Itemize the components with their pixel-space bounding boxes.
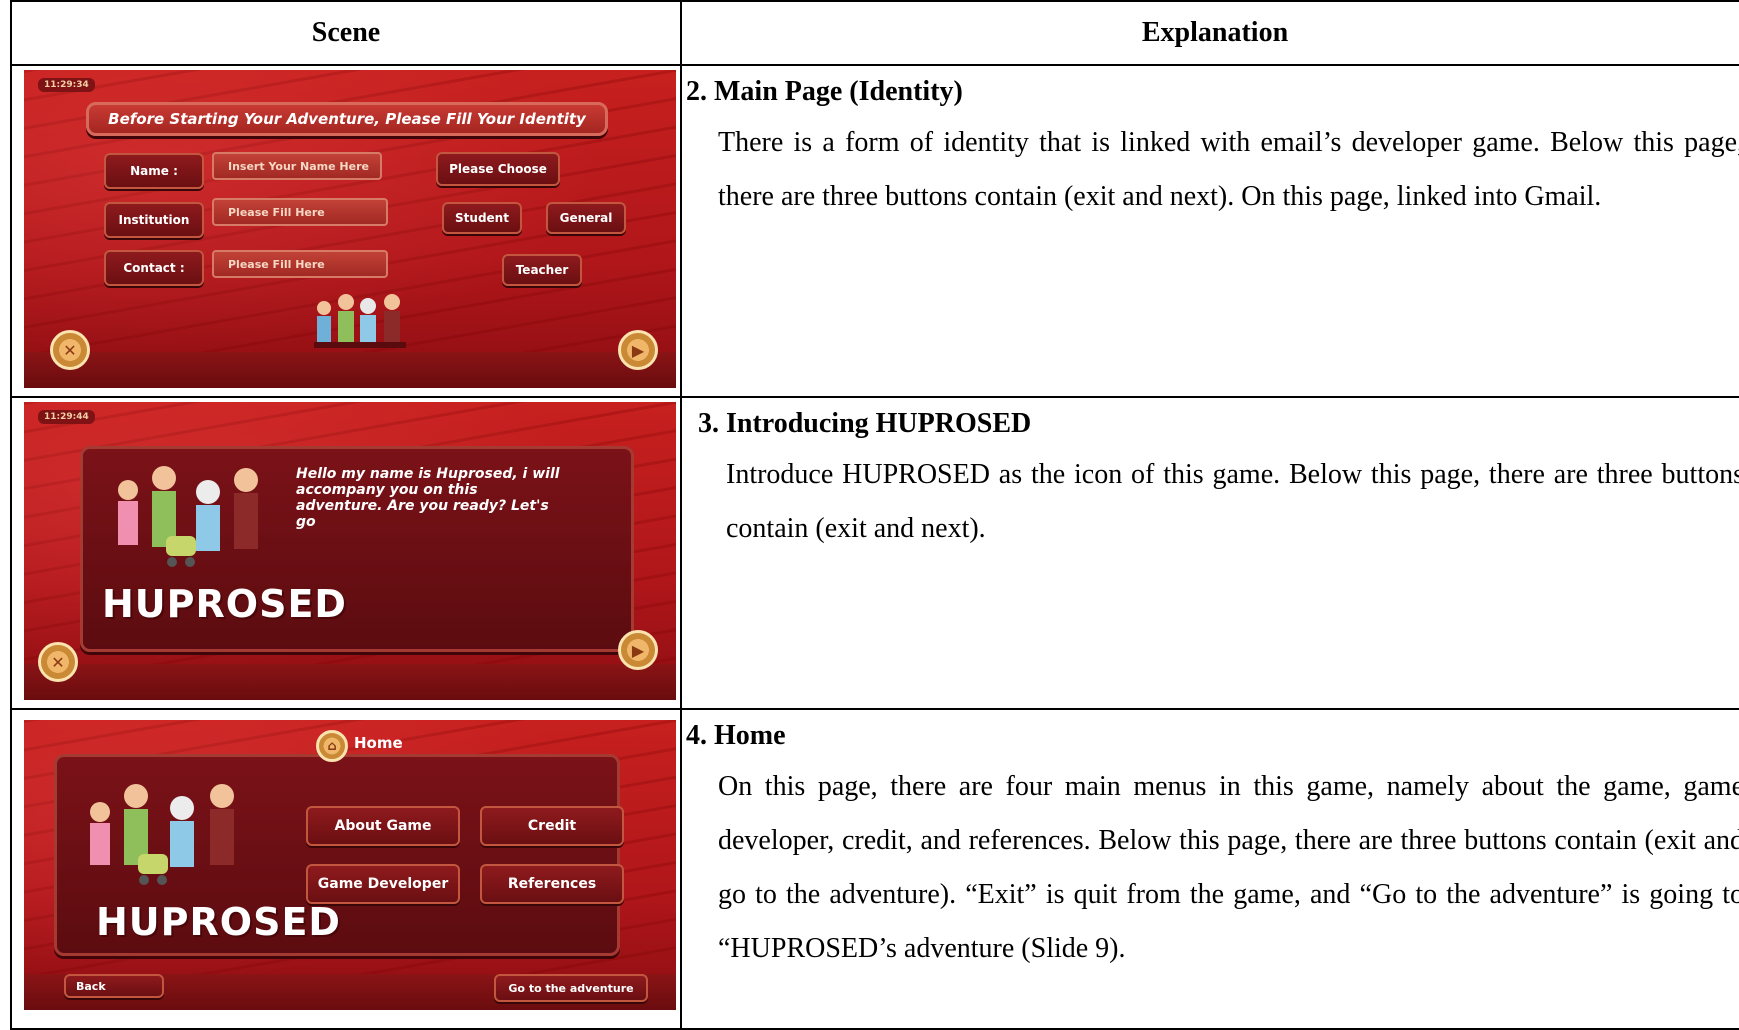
game-developer-button[interactable]: Game Developer <box>306 864 460 904</box>
back-button[interactable]: Back <box>64 974 164 998</box>
home-label: Home <box>354 734 403 752</box>
section-title: 4. Home <box>686 720 786 751</box>
table-row: ⌂ Home About Game Credit Game Developer … <box>10 708 1739 1030</box>
home-screen: ⌂ Home About Game Credit Game Developer … <box>24 720 676 1010</box>
credit-button[interactable]: Credit <box>480 806 624 846</box>
scene-cell: ⌂ Home About Game Credit Game Developer … <box>10 708 682 1030</box>
about-game-button[interactable]: About Game <box>306 806 460 846</box>
section-title: 2. Main Page (Identity) <box>686 76 963 107</box>
floor <box>24 664 676 700</box>
identity-heading: Before Starting Your Adventure, Please F… <box>86 102 608 136</box>
teacher-button[interactable]: Teacher <box>502 254 582 286</box>
table-row: 11:29:44 Hello my name is Huprosed, i wi… <box>10 396 1739 710</box>
contact-input[interactable]: Please Fill Here <box>212 250 388 278</box>
intro-screen: 11:29:44 Hello my name is Huprosed, i wi… <box>24 402 676 700</box>
scene-cell: 11:29:44 Hello my name is Huprosed, i wi… <box>10 396 682 710</box>
header-scene: Scene <box>10 0 682 66</box>
identity-screen: 11:29:34 Before Starting Your Adventure,… <box>24 70 676 388</box>
explanation-cell: 2. Main Page (Identity) There is a form … <box>680 64 1739 398</box>
play-icon[interactable]: ▶ <box>618 330 658 370</box>
family-illustration-icon <box>90 784 234 885</box>
clock-readout: 11:29:34 <box>38 78 95 92</box>
section-title: 3. Introducing HUPROSED <box>698 408 1032 439</box>
huprosed-logo: HUPROSED <box>96 900 341 944</box>
floor <box>24 352 676 388</box>
family-illustration-icon <box>314 294 406 348</box>
home-icon[interactable]: ⌂ <box>316 730 348 762</box>
play-icon[interactable]: ▶ <box>618 630 658 670</box>
huprosed-logo: HUPROSED <box>102 582 347 626</box>
scene-explanation-table: Scene Explanation 11:29:34 Before Starti… <box>10 0 1739 1030</box>
table-row: 11:29:34 Before Starting Your Adventure,… <box>10 64 1739 398</box>
section-body: There is a form of identity that is link… <box>718 127 1739 212</box>
close-icon[interactable]: ✕ <box>38 642 78 682</box>
contact-label: Contact : <box>104 250 204 286</box>
general-button[interactable]: General <box>546 202 626 234</box>
institution-label: Institution <box>104 202 204 238</box>
references-button[interactable]: References <box>480 864 624 904</box>
clock-readout: 11:29:44 <box>38 410 95 424</box>
section-body: On this page, there are four main menus … <box>718 771 1739 964</box>
scene-cell: 11:29:34 Before Starting Your Adventure,… <box>10 64 682 398</box>
close-icon[interactable]: ✕ <box>50 330 90 370</box>
go-to-adventure-button[interactable]: Go to the adventure <box>494 974 648 1002</box>
institution-input[interactable]: Please Fill Here <box>212 198 388 226</box>
name-input[interactable]: Insert Your Name Here <box>212 152 382 180</box>
huprosed-speech: Hello my name is Huprosed, i will accomp… <box>296 466 560 530</box>
family-illustration-icon <box>118 466 258 567</box>
student-button[interactable]: Student <box>442 202 522 234</box>
header-explanation: Explanation <box>680 0 1739 66</box>
section-body: Introduce HUPROSED as the icon of this g… <box>726 459 1739 544</box>
explanation-cell: 4. Home On this page, there are four mai… <box>680 708 1739 1030</box>
name-label: Name : <box>104 153 204 189</box>
please-choose-label: Please Choose <box>436 152 560 186</box>
explanation-cell: 3. Introducing HUPROSED Introduce HUPROS… <box>680 396 1739 710</box>
